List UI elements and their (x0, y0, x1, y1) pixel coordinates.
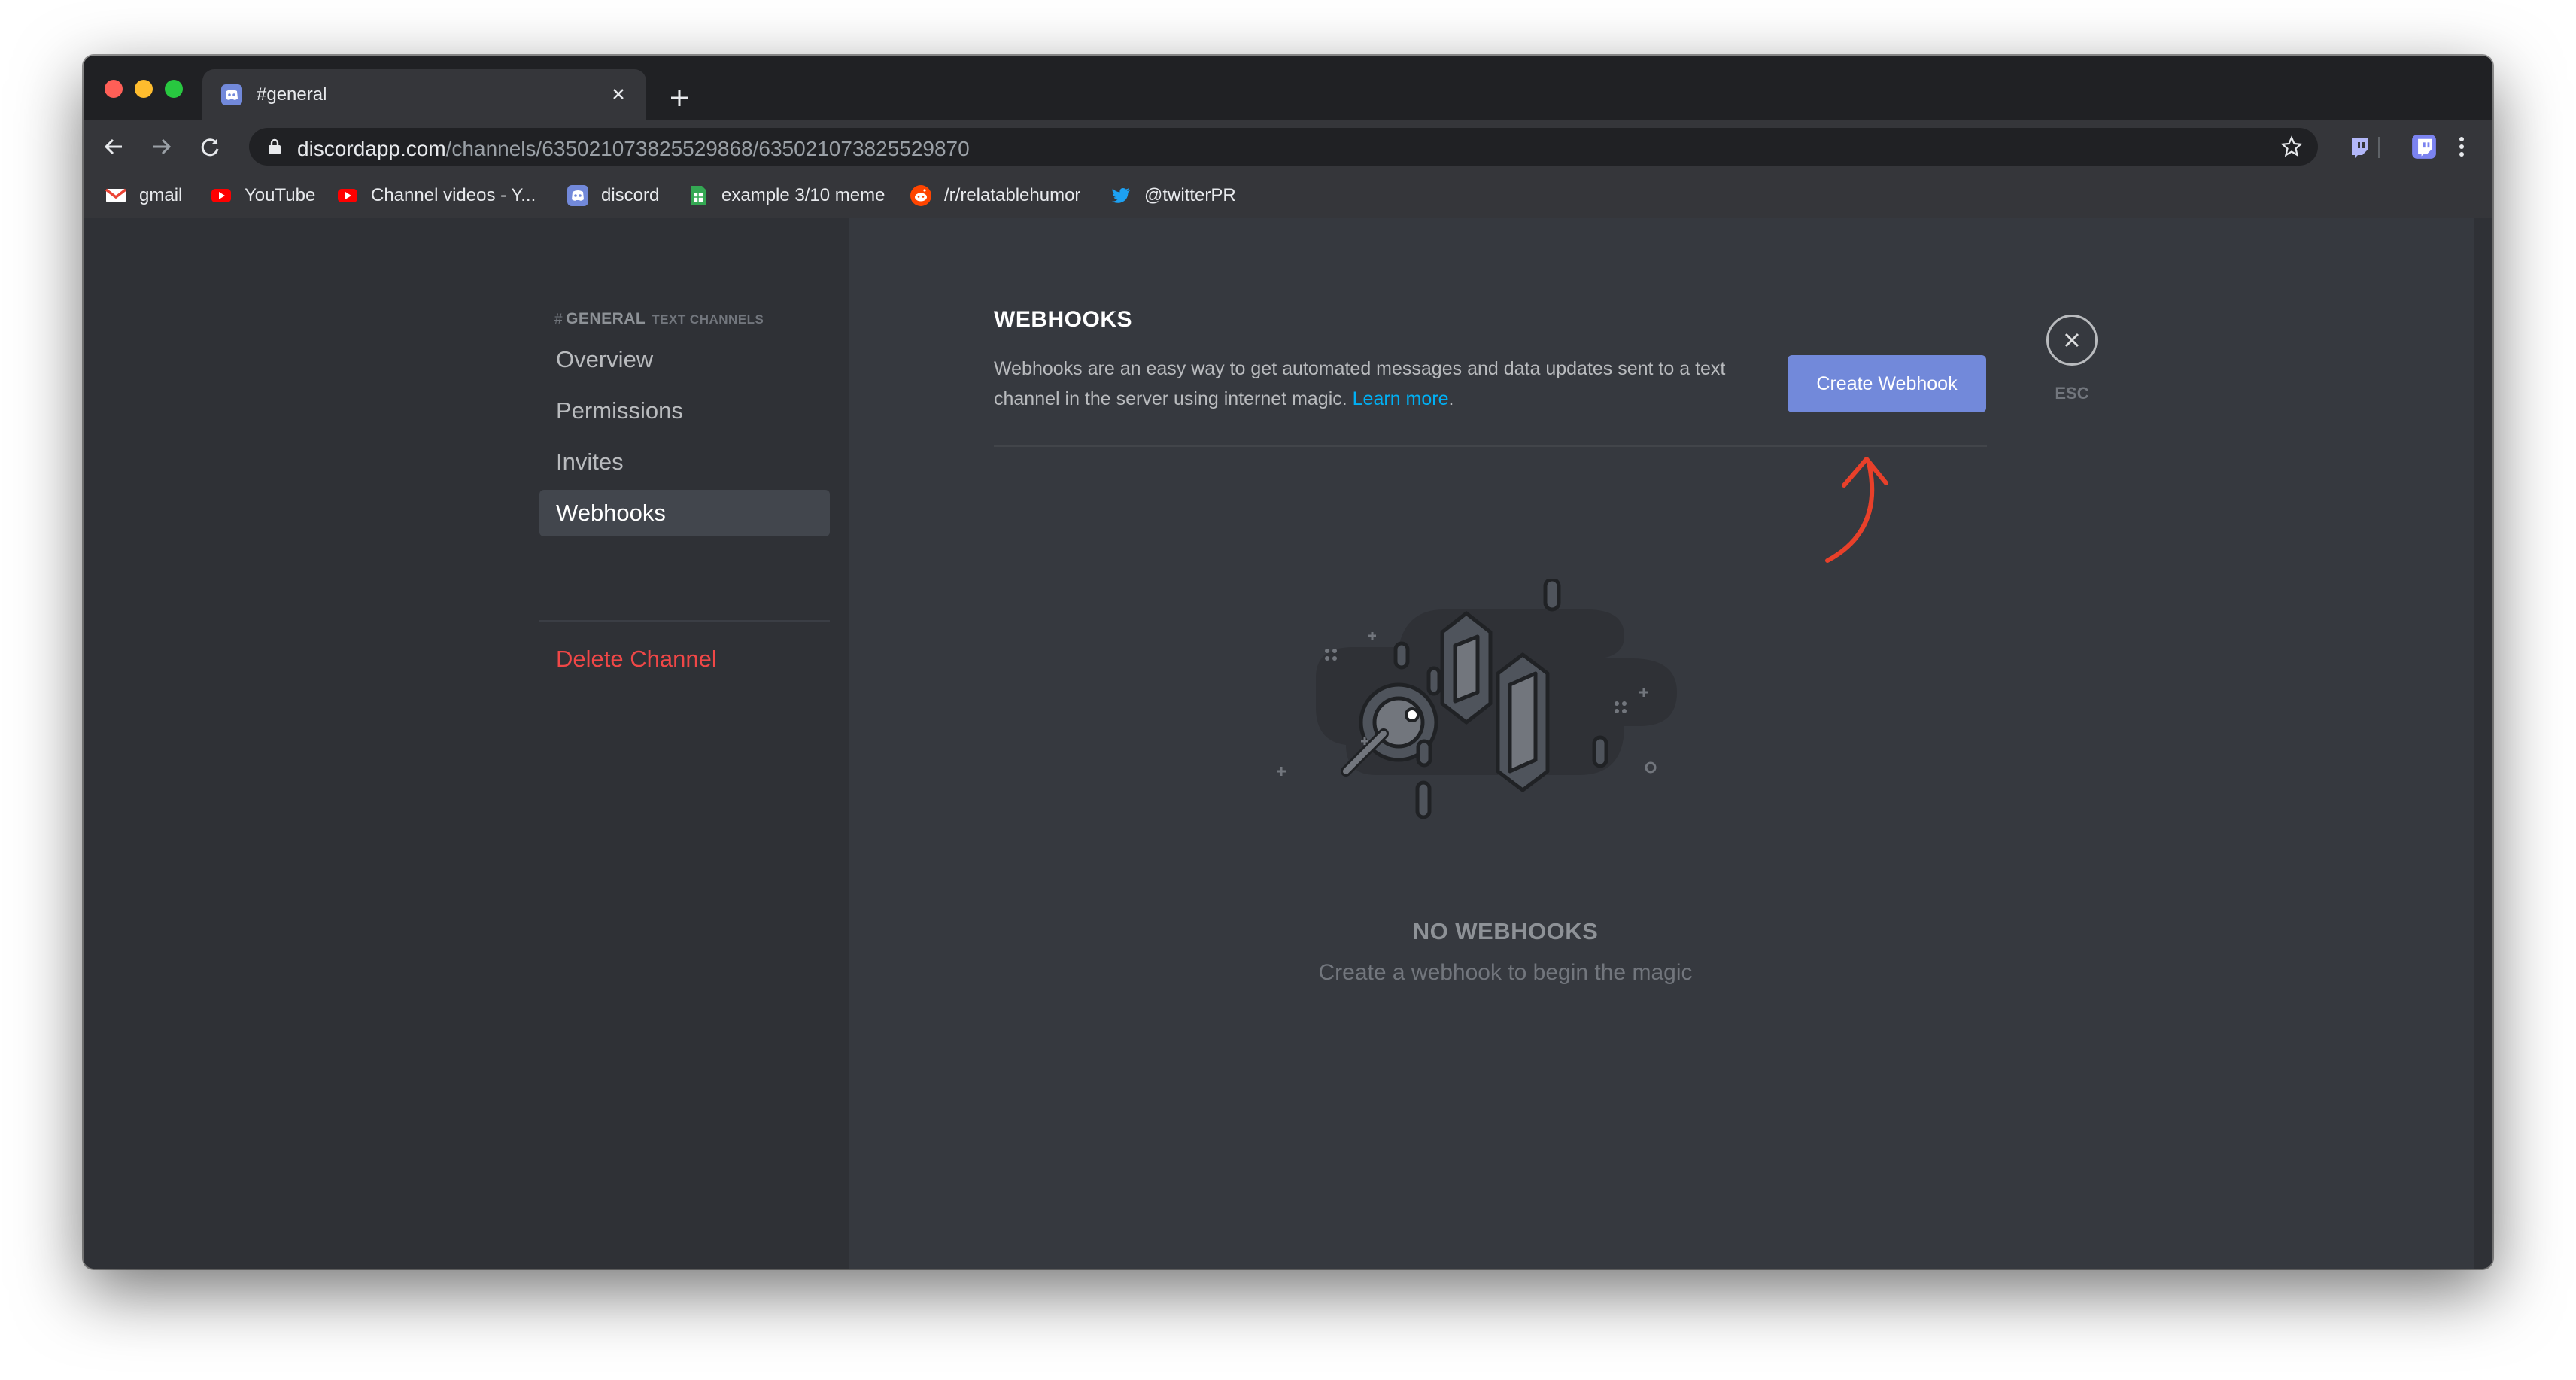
channel-hash: # (554, 312, 564, 327)
webhooks-description: Webhooks are an easy way to get automate… (994, 354, 1761, 414)
delete-channel-button[interactable]: Delete Channel (539, 636, 830, 682)
bookmark-reddit[interactable]: /r/relatablehumor (910, 184, 1080, 208)
create-webhook-button[interactable]: Create Webhook (1788, 355, 1986, 412)
close-window-button[interactable] (105, 80, 123, 98)
sidebar-divider (539, 620, 830, 622)
description-end: . (1448, 388, 1454, 409)
bookmark-discord[interactable]: discord (567, 184, 659, 208)
bookmark-youtube[interactable]: YouTube (210, 184, 315, 208)
settings-sidebar: # GENERAL TEXT CHANNELS Overview Permissio… (84, 218, 849, 1269)
maximize-window-button[interactable] (165, 80, 183, 98)
tab-bar: #general (84, 56, 2492, 120)
back-icon[interactable] (99, 132, 129, 162)
url-path: /channels/635021073825529868/63502107382… (445, 137, 970, 160)
gmail-icon (105, 188, 127, 202)
empty-webhooks-illustration (1277, 579, 1677, 819)
webhooks-panel: WEBHOOKS Webhooks are an easy way to get… (849, 218, 2492, 1269)
bookmark-channel-videos[interactable]: Channel videos - Y... (336, 184, 536, 208)
sidebar-item-overview[interactable]: Overview (539, 336, 830, 383)
bookmark-label: gmail (139, 185, 183, 205)
new-tab-icon[interactable] (664, 83, 694, 113)
minimize-window-button[interactable] (135, 80, 153, 98)
tab-close-icon[interactable] (607, 83, 630, 105)
discord-icon (221, 84, 242, 105)
youtube-icon (211, 189, 231, 202)
esc-label: ESC (2055, 384, 2089, 403)
reload-icon[interactable] (195, 132, 225, 162)
twitch-extension-icon[interactable] (2345, 132, 2374, 161)
tab-general[interactable]: #general (202, 69, 646, 120)
tab-title: #general (257, 84, 327, 105)
bookmark-star-icon[interactable] (2280, 135, 2303, 158)
bookmark-label: YouTube (245, 185, 316, 205)
close-icon (2064, 333, 2079, 348)
channel-category: TEXT CHANNELS (652, 312, 764, 327)
bookmark-example-meme[interactable]: example 3/10 meme (687, 184, 885, 208)
url-host: discordapp.com (297, 137, 446, 160)
url-text: discordapp.com/channels/6350210738255298… (297, 137, 970, 161)
sidebar-item-invites[interactable]: Invites (539, 439, 830, 485)
close-settings-button[interactable] (2046, 315, 2098, 366)
lock-icon (269, 138, 281, 154)
empty-state-subtitle: Create a webhook to begin the magic (1318, 960, 1693, 985)
channel-settings: # GENERAL TEXT CHANNELS Overview Permissio… (84, 218, 2492, 1269)
twitch-profile-icon[interactable] (2410, 132, 2438, 161)
bookmark-label: example 3/10 meme (721, 185, 886, 205)
bookmark-label: @twitterPR (1144, 185, 1236, 205)
sheets-icon (691, 186, 706, 205)
sidebar-item-webhooks[interactable]: Webhooks (539, 490, 830, 536)
reddit-icon (910, 185, 931, 206)
toolbar-divider (2378, 137, 2380, 158)
learn-more-link[interactable]: Learn more (1353, 388, 1449, 409)
annotation-arrow-icon (1825, 457, 1888, 563)
scrollbar[interactable] (2474, 218, 2492, 1269)
discord-icon (567, 185, 588, 206)
browser-window: #general discordapp.com/channels/6350210… (84, 56, 2492, 1269)
bookmarks-bar: gmail YouTube Channel videos - Y... disc… (84, 173, 2492, 218)
menu-kebab-icon[interactable] (2447, 132, 2476, 161)
bookmark-label: /r/relatablehumor (944, 185, 1081, 205)
browser-toolbar: discordapp.com/channels/6350210738255298… (84, 120, 2492, 173)
bookmark-label: Channel videos - Y... (371, 185, 536, 205)
bookmark-gmail[interactable]: gmail (105, 184, 182, 208)
youtube-icon (338, 189, 357, 202)
empty-state-title: NO WEBHOOKS (1412, 918, 1599, 944)
forward-icon[interactable] (147, 132, 177, 162)
page-title: WEBHOOKS (994, 307, 1132, 332)
bookmark-label: discord (601, 185, 660, 205)
channel-name: GENERAL (566, 310, 646, 327)
bookmark-twitter[interactable]: @twitterPR (1110, 184, 1236, 208)
sidebar-header: # GENERAL TEXT CHANNELS (554, 310, 764, 328)
address-bar[interactable]: discordapp.com/channels/6350210738255298… (249, 128, 2318, 166)
sidebar-item-permissions[interactable]: Permissions (539, 388, 830, 434)
twitter-icon (1112, 187, 1130, 203)
